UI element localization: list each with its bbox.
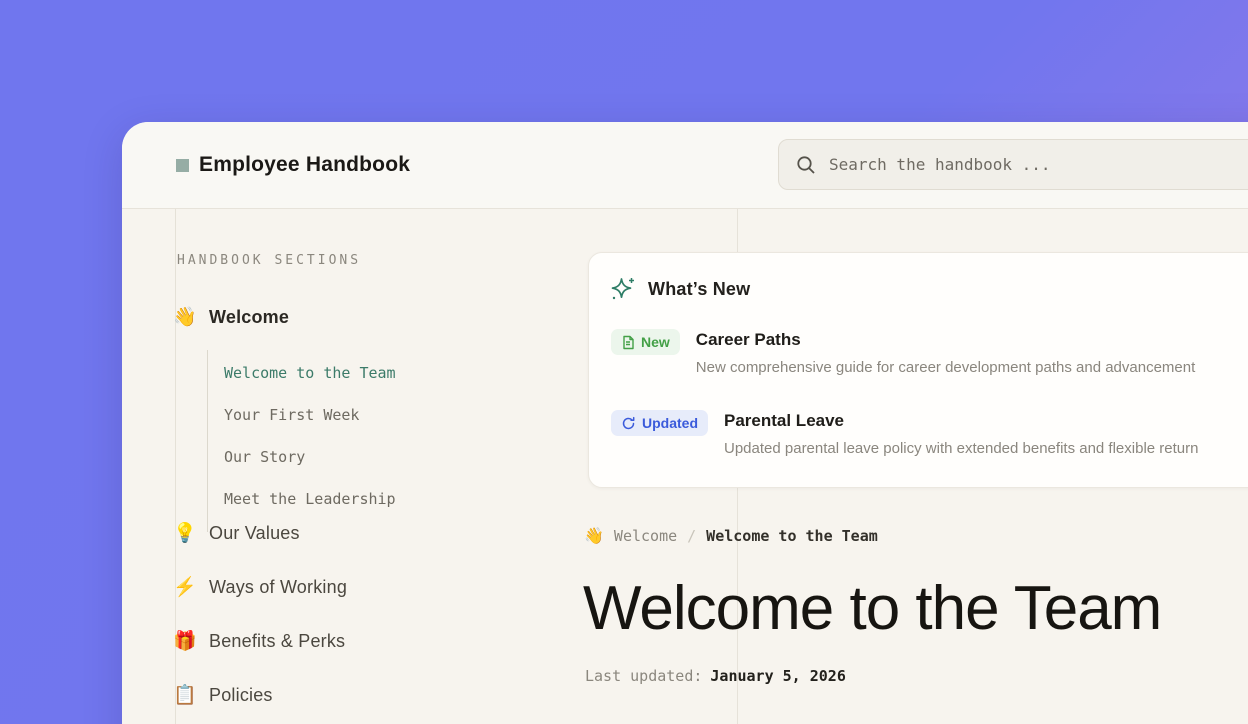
- clipboard-icon: 📋: [173, 683, 197, 707]
- sidebar-item-welcome[interactable]: 👋 Welcome: [173, 305, 289, 329]
- search-icon: [796, 155, 816, 175]
- sidebar-item-label: Our Values: [209, 523, 300, 544]
- sparkle-icon: [609, 275, 636, 303]
- breadcrumb-separator: /: [687, 527, 696, 545]
- whats-new-item-description: New comprehensive guide for career devel…: [696, 359, 1195, 376]
- sidebar-subitem-our-story[interactable]: Our Story: [224, 448, 396, 466]
- app-header: Employee Handbook: [122, 122, 1248, 209]
- search-input[interactable]: [829, 155, 1209, 174]
- badge-label: New: [641, 334, 670, 350]
- lightbulb-icon: 💡: [173, 521, 197, 545]
- whats-new-card: What’s New New Career Paths New comprehe…: [588, 252, 1248, 488]
- handbook-window: Employee Handbook HANDBOOK SECTIONS 👋 We…: [122, 122, 1248, 724]
- sidebar-sublist-welcome: Welcome to the Team Your First Week Our …: [207, 350, 396, 532]
- sidebar-item-label: Benefits & Perks: [209, 631, 345, 652]
- gift-icon: 🎁: [173, 629, 197, 653]
- search-bar[interactable]: [778, 139, 1248, 190]
- whats-new-item-title: Career Paths: [696, 330, 1195, 350]
- whats-new-item-description: Updated parental leave policy with exten…: [724, 440, 1198, 457]
- breadcrumb-section[interactable]: Welcome: [614, 527, 677, 545]
- sidebar-item-label: Welcome: [209, 307, 289, 328]
- app-logo-icon: [176, 159, 189, 172]
- document-icon: [621, 335, 635, 350]
- sidebar-subitem-welcome-to-the-team[interactable]: Welcome to the Team: [224, 364, 396, 382]
- last-updated: Last updated: January 5, 2026: [585, 667, 846, 685]
- last-updated-value: January 5, 2026: [710, 667, 845, 685]
- whats-new-item-career-paths[interactable]: New Career Paths New comprehensive guide…: [611, 329, 1248, 376]
- sidebar-subitem-meet-the-leadership[interactable]: Meet the Leadership: [224, 490, 396, 508]
- updated-badge: Updated: [611, 410, 708, 436]
- sidebar-item-label: Policies: [209, 685, 273, 706]
- sidebar-item-policies[interactable]: 📋 Policies: [173, 683, 273, 707]
- badge-label: Updated: [642, 415, 698, 431]
- sidebar-item-label: Ways of Working: [209, 577, 347, 598]
- sidebar-subitem-your-first-week[interactable]: Your First Week: [224, 406, 396, 424]
- breadcrumb: 👋 Welcome / Welcome to the Team: [584, 526, 878, 545]
- whats-new-item-parental-leave[interactable]: Updated Parental Leave Updated parental …: [611, 410, 1248, 457]
- breadcrumb-page: Welcome to the Team: [706, 527, 878, 545]
- refresh-icon: [621, 416, 636, 431]
- whats-new-item-title: Parental Leave: [724, 411, 1198, 431]
- sidebar-heading: HANDBOOK SECTIONS: [177, 253, 361, 268]
- sidebar-item-ways-of-working[interactable]: ⚡ Ways of Working: [173, 575, 347, 599]
- lightning-icon: ⚡: [173, 575, 197, 599]
- whats-new-title: What’s New: [648, 279, 750, 300]
- page-title: Welcome to the Team: [583, 573, 1248, 644]
- app-title: Employee Handbook: [199, 153, 410, 177]
- new-badge: New: [611, 329, 680, 355]
- wave-icon: 👋: [584, 526, 604, 545]
- sidebar-item-our-values[interactable]: 💡 Our Values: [173, 521, 300, 545]
- wave-icon: 👋: [173, 305, 197, 329]
- sidebar-item-benefits-perks[interactable]: 🎁 Benefits & Perks: [173, 629, 345, 653]
- last-updated-label: Last updated:: [585, 667, 702, 685]
